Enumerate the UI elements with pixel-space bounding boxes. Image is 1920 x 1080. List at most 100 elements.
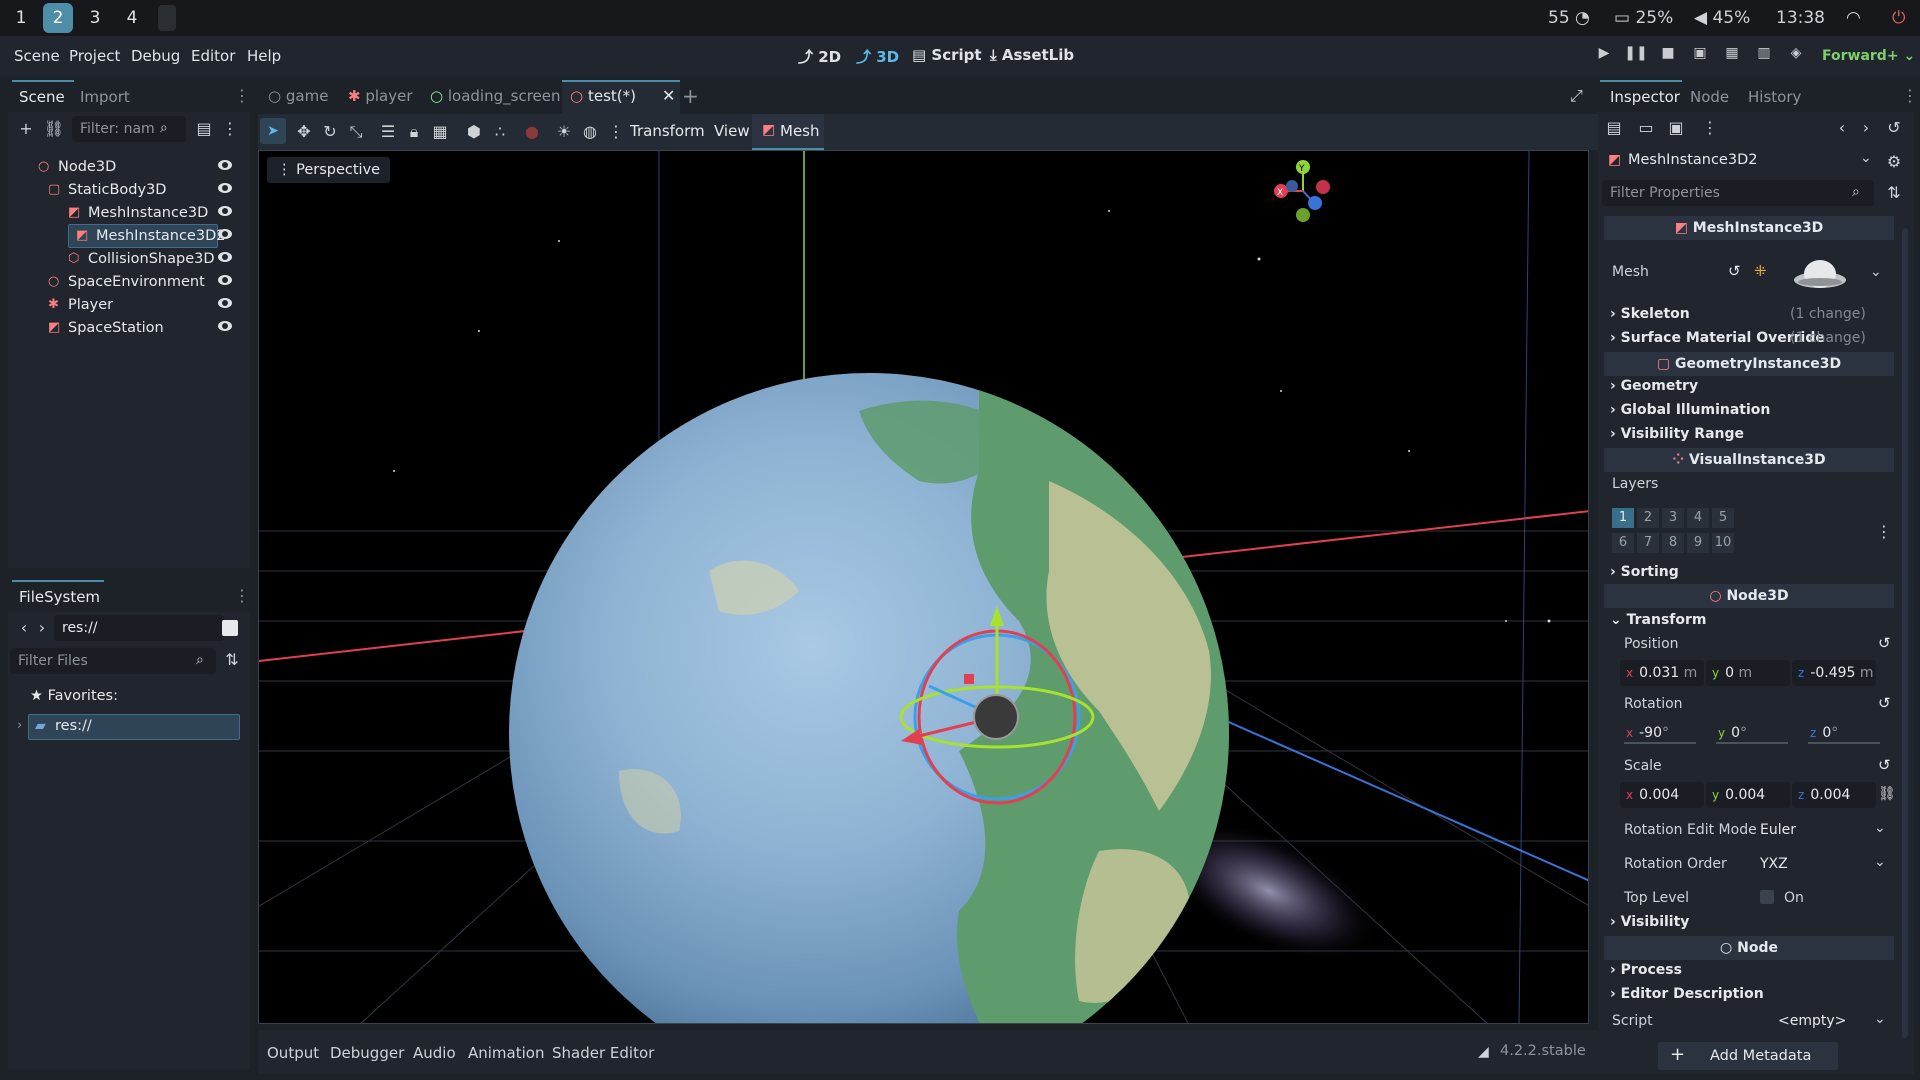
add-tab-icon[interactable]: +	[682, 84, 699, 108]
dock-menu-icon[interactable]: ⋮	[234, 586, 250, 605]
workspace-assetlib-button[interactable]: ⤓ AssetLib	[990, 46, 1074, 64]
menu-scene[interactable]: Scene	[14, 47, 60, 65]
layer-button[interactable]: 10	[1712, 533, 1734, 553]
revert-icon[interactable]: ↺	[1728, 262, 1741, 280]
movie-maker-icon[interactable]: ◈	[1784, 45, 1808, 67]
scene-filter-input[interactable]: Filter: nam	[72, 116, 186, 142]
visibility-eye-icon[interactable]	[218, 252, 232, 262]
scene-tab-game[interactable]: ○ game	[268, 87, 328, 105]
more-options-icon[interactable]: ⋮	[604, 120, 628, 144]
revert-icon[interactable]: ↺	[1878, 756, 1891, 774]
tab-import[interactable]: Import	[80, 88, 130, 106]
tab-history[interactable]: History	[1748, 88, 1801, 106]
chevron-down-icon[interactable]: ⌄	[1870, 264, 1882, 280]
workspace-4[interactable]: 4	[117, 3, 147, 33]
layer-button[interactable]: 9	[1687, 533, 1709, 553]
path-field[interactable]: res://	[54, 615, 224, 641]
history-back-icon[interactable]: ‹	[1830, 116, 1854, 140]
tab-scene[interactable]: Scene	[19, 88, 65, 106]
rotation-y-field[interactable]: y 0°	[1712, 720, 1788, 746]
inspector-scrollbar[interactable]	[1902, 228, 1908, 1038]
workspace-3[interactable]: 3	[80, 3, 110, 33]
scale-z-field[interactable]: z 0.004	[1792, 782, 1876, 808]
object-selector[interactable]: ◩ MeshInstance3D2 ⌄	[1604, 148, 1876, 174]
rotation-y-slider[interactable]	[1716, 742, 1788, 744]
visibility-eye-icon[interactable]	[218, 206, 232, 216]
position-y-field[interactable]: y0 m	[1706, 660, 1790, 686]
workspace-1[interactable]: 1	[6, 3, 36, 33]
mesh-preview[interactable]	[1790, 256, 1850, 292]
environment-icon[interactable]: ◍	[578, 120, 602, 144]
rotation-edit-mode-select[interactable]: Euler ⌄	[1754, 816, 1890, 844]
new-resource-icon[interactable]: ▤	[1602, 116, 1626, 140]
group-icon[interactable]: ▦	[428, 120, 452, 144]
history-icon[interactable]: ↺	[1882, 116, 1906, 140]
visibility-eye-icon[interactable]	[218, 321, 232, 331]
menu-help[interactable]: Help	[247, 47, 281, 65]
remote-debug-icon[interactable]: ▣	[1688, 45, 1712, 67]
tab-filesystem[interactable]: FileSystem	[19, 588, 100, 606]
visibility-eye-icon[interactable]	[218, 298, 232, 308]
3d-viewport[interactable]: Y X ⋮ Perspective	[258, 150, 1589, 1024]
play-icon[interactable]: ▶	[1592, 45, 1616, 67]
revert-icon[interactable]: ↺	[1878, 694, 1891, 712]
editor-description-section[interactable]: › Editor Description	[1610, 986, 1764, 1002]
rotation-x-field[interactable]: x -90°	[1620, 720, 1696, 746]
wifi-icon[interactable]: ◠	[1846, 8, 1861, 28]
forward-icon[interactable]: ›	[30, 616, 54, 640]
scene-tab-test[interactable]: ○ test(*) ✕	[562, 80, 680, 114]
move-tool-icon[interactable]: ✥	[292, 120, 316, 144]
revert-icon[interactable]: ↺	[1878, 634, 1891, 652]
rotate-tool-icon[interactable]: ↻	[318, 120, 342, 144]
menu-project[interactable]: Project	[69, 47, 120, 65]
pause-icon[interactable]: ❚❚	[1624, 45, 1648, 67]
layer-button[interactable]: 7	[1637, 533, 1659, 553]
scale-x-field[interactable]: x 0.004	[1620, 782, 1704, 808]
lock-icon[interactable]: 🔒︎	[402, 120, 426, 144]
distraction-free-icon[interactable]: ⤢	[1570, 86, 1583, 106]
power-icon[interactable]: ⏻	[1892, 8, 1905, 28]
layer-button[interactable]: 4	[1687, 508, 1709, 528]
sort-icon[interactable]: ⇅	[220, 648, 244, 672]
link-icon[interactable]: ⛓	[1878, 786, 1896, 802]
rotation-z-slider[interactable]	[1808, 742, 1880, 744]
workspace-script-button[interactable]: ▤ Script	[912, 46, 982, 64]
script-select[interactable]: <empty> ⌄	[1770, 1008, 1890, 1034]
tab-inspector[interactable]: Inspector	[1610, 88, 1680, 106]
workspace-2d-button[interactable]: ⤴ 2D	[798, 46, 841, 67]
scale-y-field[interactable]: y 0.004	[1706, 782, 1790, 808]
close-icon[interactable]: ✕	[662, 86, 675, 105]
update-spinner-icon[interactable]: ◢	[1478, 1044, 1489, 1060]
renderer-select[interactable]: Forward+ ⌄	[1822, 48, 1915, 64]
rotation-order-select[interactable]: YXZ ⌄	[1754, 850, 1890, 878]
position-x-field[interactable]: x 0.031 m	[1620, 660, 1704, 686]
workspace-2[interactable]: 2	[43, 3, 73, 33]
workspace-3d-button[interactable]: ⤴ 3D	[856, 46, 899, 67]
history-forward-icon[interactable]: ›	[1854, 116, 1878, 140]
transform-section[interactable]: ⌄ Transform	[1610, 612, 1706, 628]
tab-audio[interactable]: Audio	[413, 1044, 456, 1062]
more-options-icon[interactable]: ⋮	[1698, 116, 1722, 140]
local-space-icon[interactable]: ⬢	[462, 120, 486, 144]
visibility-eye-icon[interactable]	[218, 160, 232, 170]
layer-button[interactable]: 2	[1637, 508, 1659, 528]
scene-tab-player[interactable]: ✱ player	[348, 87, 413, 105]
layers-menu-icon[interactable]: ⋮	[1876, 522, 1892, 541]
visibility-eye-icon[interactable]	[218, 275, 232, 285]
scene-tab-loading-screen[interactable]: ○ loading_screen	[430, 87, 561, 105]
position-z-field[interactable]: z -0.495 m	[1792, 660, 1876, 686]
open-folder-icon[interactable]: ▭	[1634, 116, 1658, 140]
filter-files-input[interactable]: Filter Files	[10, 648, 216, 674]
play-custom-scene-icon[interactable]: ▥	[1752, 45, 1776, 67]
tab-output[interactable]: Output	[267, 1044, 319, 1062]
add-node-icon[interactable]: +	[14, 117, 38, 141]
attach-script-icon[interactable]: ▤	[192, 117, 216, 141]
menu-debug[interactable]: Debug	[131, 47, 180, 65]
visibility-section[interactable]: › Visibility	[1610, 914, 1689, 930]
list-select-icon[interactable]: ☰	[376, 120, 400, 144]
filter-properties-input[interactable]: Filter Properties	[1602, 180, 1874, 206]
menu-mesh[interactable]: ◩ Mesh	[752, 114, 824, 150]
snap-icon[interactable]: ∴	[488, 120, 512, 144]
tab-shader-editor[interactable]: Shader Editor	[552, 1044, 654, 1062]
dock-menu-icon[interactable]: ⋮	[234, 86, 250, 105]
